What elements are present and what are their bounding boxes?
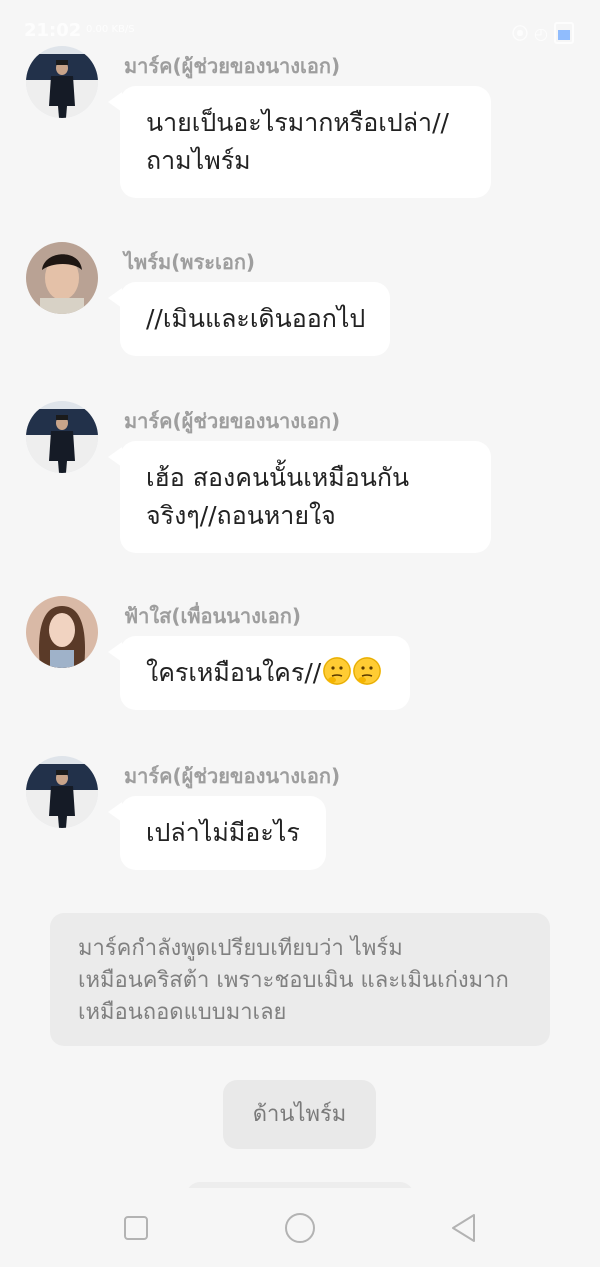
narration-text: มาร์คกำลังพูดเปรียบเทียบว่า ไพร์ม	[78, 936, 403, 961]
triangle-back-icon[interactable]	[446, 1210, 482, 1246]
sender-name: มาร์ค(ผู้ช่วยของนางเอก)	[124, 409, 341, 433]
square-recent-apps-icon[interactable]	[118, 1210, 154, 1246]
sender-name: ไพร์ม(พระเอก)	[124, 250, 256, 274]
message-bubble[interactable]: เปล่าไม่มีอะไร	[108, 796, 326, 870]
thinking-face-emoji	[323, 657, 352, 685]
message-text: ใครเหมือนใคร//	[146, 658, 322, 687]
narration-box: มาร์คกำลังพูดเปรียบเทียบว่า ไพร์ม เหมือน…	[50, 913, 550, 1046]
sender-name: มาร์ค(ผู้ช่วยของนางเอก)	[124, 54, 341, 78]
message-text: จริงๆ//ถอนหายใจ	[146, 501, 336, 530]
message-text: เฮ้อ สองคนนั้นเหมือนกัน	[146, 463, 410, 492]
message-bubble[interactable]: ใครเหมือนใคร//	[108, 636, 410, 710]
narration-text: เหมือนคริสต้า เพราะชอบเมิน และเมินเก่งมา…	[78, 968, 509, 993]
chat-screen: 21:02 0.00 KB/S ⦿◴ มาร์ค(ผู้ช่วยของนางเอ…	[0, 0, 600, 1267]
man-in-suit-avatar[interactable]	[26, 401, 98, 473]
sender-name: มาร์ค(ผู้ช่วยของนางเอก)	[124, 764, 341, 788]
status-icons: ⦿◴	[512, 20, 574, 46]
man-in-suit-avatar[interactable]	[26, 756, 98, 828]
message-text: //เมินและเดินออกไป	[146, 304, 366, 333]
alarm-icon: ◴	[534, 24, 554, 43]
thinking-face-emoji	[353, 657, 382, 685]
message-bubble[interactable]: นายเป็นอะไรมากหรือเปล่า// ถามไพร์ม	[108, 86, 491, 198]
choice-button[interactable]: ด้านไพร์ม	[223, 1080, 376, 1149]
battery-icon	[554, 21, 574, 44]
network-speed: 0.00 KB/S	[86, 24, 135, 35]
young-woman-avatar[interactable]	[26, 596, 98, 668]
navigation-bar	[0, 1188, 600, 1267]
man-in-suit-avatar[interactable]	[26, 46, 98, 118]
message-bubble[interactable]: เฮ้อ สองคนนั้นเหมือนกัน จริงๆ//ถอนหายใจ	[108, 441, 491, 553]
message-text: เปล่าไม่มีอะไร	[146, 818, 300, 847]
message-text: นายเป็นอะไรมากหรือเปล่า//	[146, 108, 449, 137]
circle-home-icon[interactable]	[282, 1210, 318, 1246]
status-time: 21:02	[24, 20, 82, 41]
message-text: ถามไพร์ม	[146, 146, 251, 175]
narration-text: เหมือนถอดแบบมาเลย	[78, 1000, 287, 1025]
status-bar: 21:02 0.00 KB/S ⦿◴	[0, 0, 600, 44]
message-bubble[interactable]: //เมินและเดินออกไป	[108, 282, 390, 356]
young-man-avatar[interactable]	[26, 242, 98, 314]
vibrate-icon: ⦿	[512, 24, 535, 43]
sender-name: ฟ้าใส(เพื่อนนางเอก)	[124, 604, 301, 628]
